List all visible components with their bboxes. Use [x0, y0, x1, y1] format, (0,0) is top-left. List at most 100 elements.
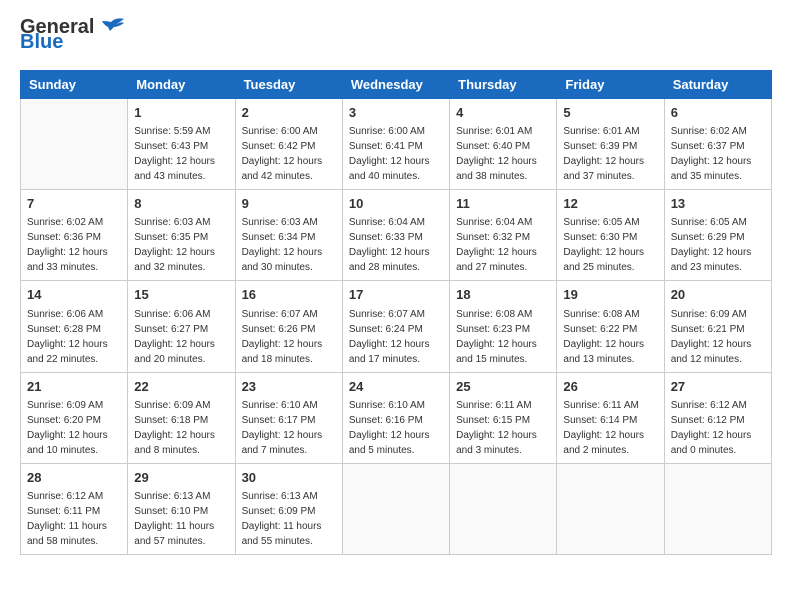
day-number: 29: [134, 469, 228, 487]
calendar-cell: 4Sunrise: 6:01 AM Sunset: 6:40 PM Daylig…: [450, 99, 557, 190]
day-number: 6: [671, 104, 765, 122]
day-info: Sunrise: 6:08 AM Sunset: 6:22 PM Dayligh…: [563, 307, 657, 367]
calendar-day-header: Saturday: [664, 71, 771, 99]
day-number: 14: [27, 286, 121, 304]
day-info: Sunrise: 6:01 AM Sunset: 6:39 PM Dayligh…: [563, 124, 657, 184]
calendar-day-header: Monday: [128, 71, 235, 99]
day-info: Sunrise: 6:04 AM Sunset: 6:32 PM Dayligh…: [456, 215, 550, 275]
day-info: Sunrise: 6:12 AM Sunset: 6:12 PM Dayligh…: [671, 398, 765, 458]
calendar-cell: 3Sunrise: 6:00 AM Sunset: 6:41 PM Daylig…: [342, 99, 449, 190]
calendar-table: SundayMondayTuesdayWednesdayThursdayFrid…: [20, 70, 772, 555]
day-info: Sunrise: 6:05 AM Sunset: 6:29 PM Dayligh…: [671, 215, 765, 275]
calendar-cell: 5 Sunrise: 6:01 AM Sunset: 6:39 PM Daylig…: [557, 99, 664, 190]
calendar-cell: 16 Sunrise: 6:07 AM Sunset: 6:26 PM Dayli…: [235, 281, 342, 372]
calendar-cell: 19 Sunrise: 6:08 AM Sunset: 6:22 PM Dayli…: [557, 281, 664, 372]
day-info: Sunrise: 6:04 AM Sunset: 6:33 PM Dayligh…: [349, 215, 443, 275]
logo-bird-icon: [96, 17, 126, 39]
calendar-cell: 15Sunrise: 6:06 AM Sunset: 6:27 PM Dayli…: [128, 281, 235, 372]
day-number: 21: [27, 378, 121, 396]
day-number: 9: [242, 195, 336, 213]
day-number: 26: [563, 378, 657, 396]
calendar-cell: [21, 99, 128, 190]
calendar-cell: 7 Sunrise: 6:02 AM Sunset: 6:36 PM Daylig…: [21, 190, 128, 281]
calendar-cell: 28Sunrise: 6:12 AM Sunset: 6:11 PM Dayli…: [21, 463, 128, 554]
day-number: 17: [349, 286, 443, 304]
day-info: Sunrise: 6:11 AM Sunset: 6:14 PM Dayligh…: [563, 398, 657, 458]
day-number: 18: [456, 286, 550, 304]
day-number: 16: [242, 286, 336, 304]
day-number: 15: [134, 286, 228, 304]
calendar-cell: 11Sunrise: 6:04 AM Sunset: 6:32 PM Dayli…: [450, 190, 557, 281]
day-info: Sunrise: 6:09 AM Sunset: 6:21 PM Dayligh…: [671, 307, 765, 367]
day-info: Sunrise: 6:02 AM Sunset: 6:37 PM Dayligh…: [671, 124, 765, 184]
day-number: 7: [27, 195, 121, 213]
calendar-day-header: Wednesday: [342, 71, 449, 99]
calendar-cell: 1 Sunrise: 5:59 AM Sunset: 6:43 PM Daylig…: [128, 99, 235, 190]
day-number: 1: [134, 104, 228, 122]
day-number: 2: [242, 104, 336, 122]
day-number: 3: [349, 104, 443, 122]
calendar-cell: 24 Sunrise: 6:10 AM Sunset: 6:16 PM Dayli…: [342, 372, 449, 463]
day-info: Sunrise: 6:07 AM Sunset: 6:26 PM Dayligh…: [242, 307, 336, 367]
calendar-cell: 10 Sunrise: 6:04 AM Sunset: 6:33 PM Dayli…: [342, 190, 449, 281]
calendar-day-header: Tuesday: [235, 71, 342, 99]
day-number: 22: [134, 378, 228, 396]
calendar-cell: 23 Sunrise: 6:10 AM Sunset: 6:17 PM Dayli…: [235, 372, 342, 463]
calendar-header-row: SundayMondayTuesdayWednesdayThursdayFrid…: [21, 71, 772, 99]
calendar-week-row: 7 Sunrise: 6:02 AM Sunset: 6:36 PM Daylig…: [21, 190, 772, 281]
logo-blue: Blue: [20, 31, 63, 54]
calendar-cell: [342, 463, 449, 554]
calendar-week-row: 1 Sunrise: 5:59 AM Sunset: 6:43 PM Daylig…: [21, 99, 772, 190]
calendar-cell: 17 Sunrise: 6:07 AM Sunset: 6:24 PM Dayli…: [342, 281, 449, 372]
day-info: Sunrise: 6:02 AM Sunset: 6:36 PM Dayligh…: [27, 215, 121, 275]
calendar-day-header: Sunday: [21, 71, 128, 99]
day-info: Sunrise: 6:07 AM Sunset: 6:24 PM Dayligh…: [349, 307, 443, 367]
day-number: 25: [456, 378, 550, 396]
calendar-cell: 6 Sunrise: 6:02 AM Sunset: 6:37 PM Daylig…: [664, 99, 771, 190]
calendar-cell: 30 Sunrise: 6:13 AM Sunset: 6:09 PM Dayli…: [235, 463, 342, 554]
day-number: 4: [456, 104, 550, 122]
day-number: 20: [671, 286, 765, 304]
day-number: 8: [134, 195, 228, 213]
calendar-week-row: 21 Sunrise: 6:09 AM Sunset: 6:20 PM Dayli…: [21, 372, 772, 463]
day-info: Sunrise: 6:12 AM Sunset: 6:11 PM Dayligh…: [27, 489, 121, 549]
day-number: 10: [349, 195, 443, 213]
day-info: Sunrise: 6:10 AM Sunset: 6:16 PM Dayligh…: [349, 398, 443, 458]
calendar-cell: 14 Sunrise: 6:06 AM Sunset: 6:28 PM Dayli…: [21, 281, 128, 372]
day-info: Sunrise: 6:11 AM Sunset: 6:15 PM Dayligh…: [456, 398, 550, 458]
day-number: 24: [349, 378, 443, 396]
calendar-cell: 21 Sunrise: 6:09 AM Sunset: 6:20 PM Dayli…: [21, 372, 128, 463]
calendar-cell: 22 Sunrise: 6:09 AM Sunset: 6:18 PM Dayli…: [128, 372, 235, 463]
page-header: General Blue General Blue: [20, 20, 772, 54]
calendar-cell: [450, 463, 557, 554]
calendar-day-header: Thursday: [450, 71, 557, 99]
calendar-cell: 25 Sunrise: 6:11 AM Sunset: 6:15 PM Dayli…: [450, 372, 557, 463]
day-info: Sunrise: 6:10 AM Sunset: 6:17 PM Dayligh…: [242, 398, 336, 458]
day-number: 19: [563, 286, 657, 304]
calendar-week-row: 28Sunrise: 6:12 AM Sunset: 6:11 PM Dayli…: [21, 463, 772, 554]
day-info: Sunrise: 5:59 AM Sunset: 6:43 PM Dayligh…: [134, 124, 228, 184]
day-number: 12: [563, 195, 657, 213]
day-number: 23: [242, 378, 336, 396]
calendar-cell: 9 Sunrise: 6:03 AM Sunset: 6:34 PM Daylig…: [235, 190, 342, 281]
day-number: 13: [671, 195, 765, 213]
day-number: 30: [242, 469, 336, 487]
calendar-cell: 8 Sunrise: 6:03 AM Sunset: 6:35 PM Daylig…: [128, 190, 235, 281]
day-info: Sunrise: 6:09 AM Sunset: 6:20 PM Dayligh…: [27, 398, 121, 458]
day-info: Sunrise: 6:09 AM Sunset: 6:18 PM Dayligh…: [134, 398, 228, 458]
day-info: Sunrise: 6:03 AM Sunset: 6:34 PM Dayligh…: [242, 215, 336, 275]
day-info: Sunrise: 6:08 AM Sunset: 6:23 PM Dayligh…: [456, 307, 550, 367]
day-number: 27: [671, 378, 765, 396]
calendar-cell: 27 Sunrise: 6:12 AM Sunset: 6:12 PM Dayli…: [664, 372, 771, 463]
day-info: Sunrise: 6:06 AM Sunset: 6:28 PM Dayligh…: [27, 307, 121, 367]
calendar-cell: 29Sunrise: 6:13 AM Sunset: 6:10 PM Dayli…: [128, 463, 235, 554]
calendar-cell: 26 Sunrise: 6:11 AM Sunset: 6:14 PM Dayli…: [557, 372, 664, 463]
day-info: Sunrise: 6:00 AM Sunset: 6:42 PM Dayligh…: [242, 124, 336, 184]
calendar-cell: 13 Sunrise: 6:05 AM Sunset: 6:29 PM Dayli…: [664, 190, 771, 281]
day-info: Sunrise: 6:05 AM Sunset: 6:30 PM Dayligh…: [563, 215, 657, 275]
day-number: 5: [563, 104, 657, 122]
calendar-cell: [557, 463, 664, 554]
calendar-cell: 20 Sunrise: 6:09 AM Sunset: 6:21 PM Dayli…: [664, 281, 771, 372]
day-info: Sunrise: 6:03 AM Sunset: 6:35 PM Dayligh…: [134, 215, 228, 275]
day-info: Sunrise: 6:13 AM Sunset: 6:09 PM Dayligh…: [242, 489, 336, 549]
